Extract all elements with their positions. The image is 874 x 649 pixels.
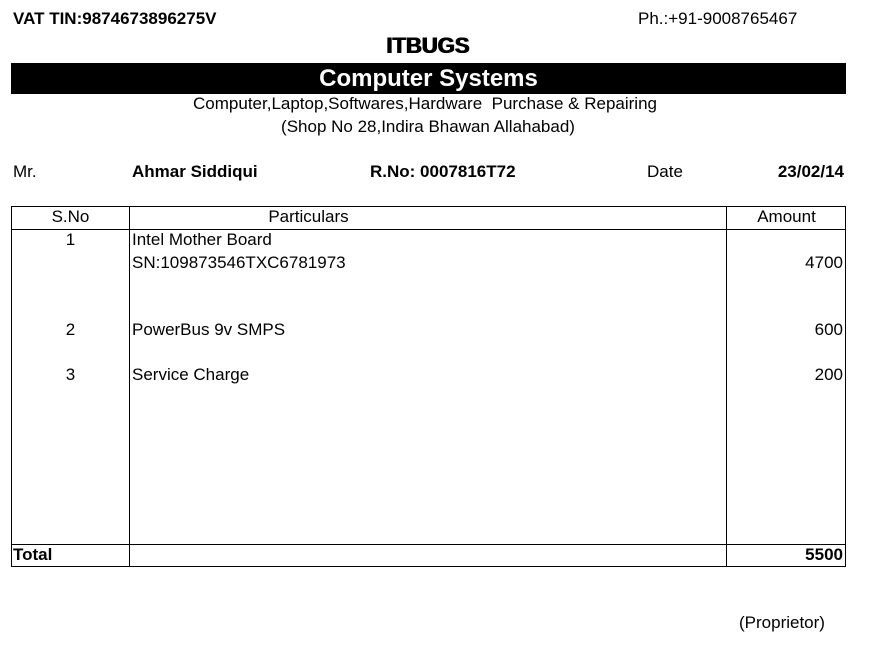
row-sno: 2: [65, 320, 76, 339]
column-header-particulars: Particulars: [268, 207, 349, 226]
total-divider: [11, 544, 846, 545]
invoice-date: 23/02/14: [777, 162, 844, 181]
row-particulars: Service Charge: [132, 365, 250, 384]
proprietor-signature-label: (Proprietor): [739, 613, 825, 632]
salutation: Mr.: [13, 162, 37, 181]
phone-number: Ph.:+91-9008765467: [638, 9, 798, 28]
column-divider: [726, 206, 727, 567]
column-divider: [129, 206, 130, 567]
column-header-sno: S.No: [51, 207, 90, 226]
brand-name: ITBUGS: [386, 33, 470, 58]
row-sno: 3: [65, 365, 76, 384]
receipt-number: R.No: 0007816T72: [370, 162, 516, 181]
row-particulars: Intel Mother Board: [132, 230, 272, 249]
total-amount: 5500: [805, 545, 843, 564]
vat-tin: VAT TIN:9874673896275V: [13, 9, 217, 28]
row-particulars: PowerBus 9v SMPS: [132, 320, 286, 339]
row-amount: 600: [814, 320, 843, 339]
banner-title: Computer Systems: [11, 63, 846, 94]
row-particulars-detail: SN:109873546TXC6781973: [132, 253, 346, 272]
address-line: (Shop No 28,Indira Bhawan Allahabad): [281, 117, 575, 136]
date-label: Date: [647, 162, 683, 181]
total-label: Total: [13, 545, 53, 564]
column-header-amount: Amount: [757, 207, 816, 226]
services-line: Computer,Laptop,Softwares,Hardware Purch…: [193, 94, 657, 113]
row-sno: 1: [65, 230, 76, 249]
customer-name: Ahmar Siddiqui: [132, 162, 258, 181]
row-amount: 200: [814, 365, 843, 384]
row-amount: 4700: [805, 253, 843, 272]
